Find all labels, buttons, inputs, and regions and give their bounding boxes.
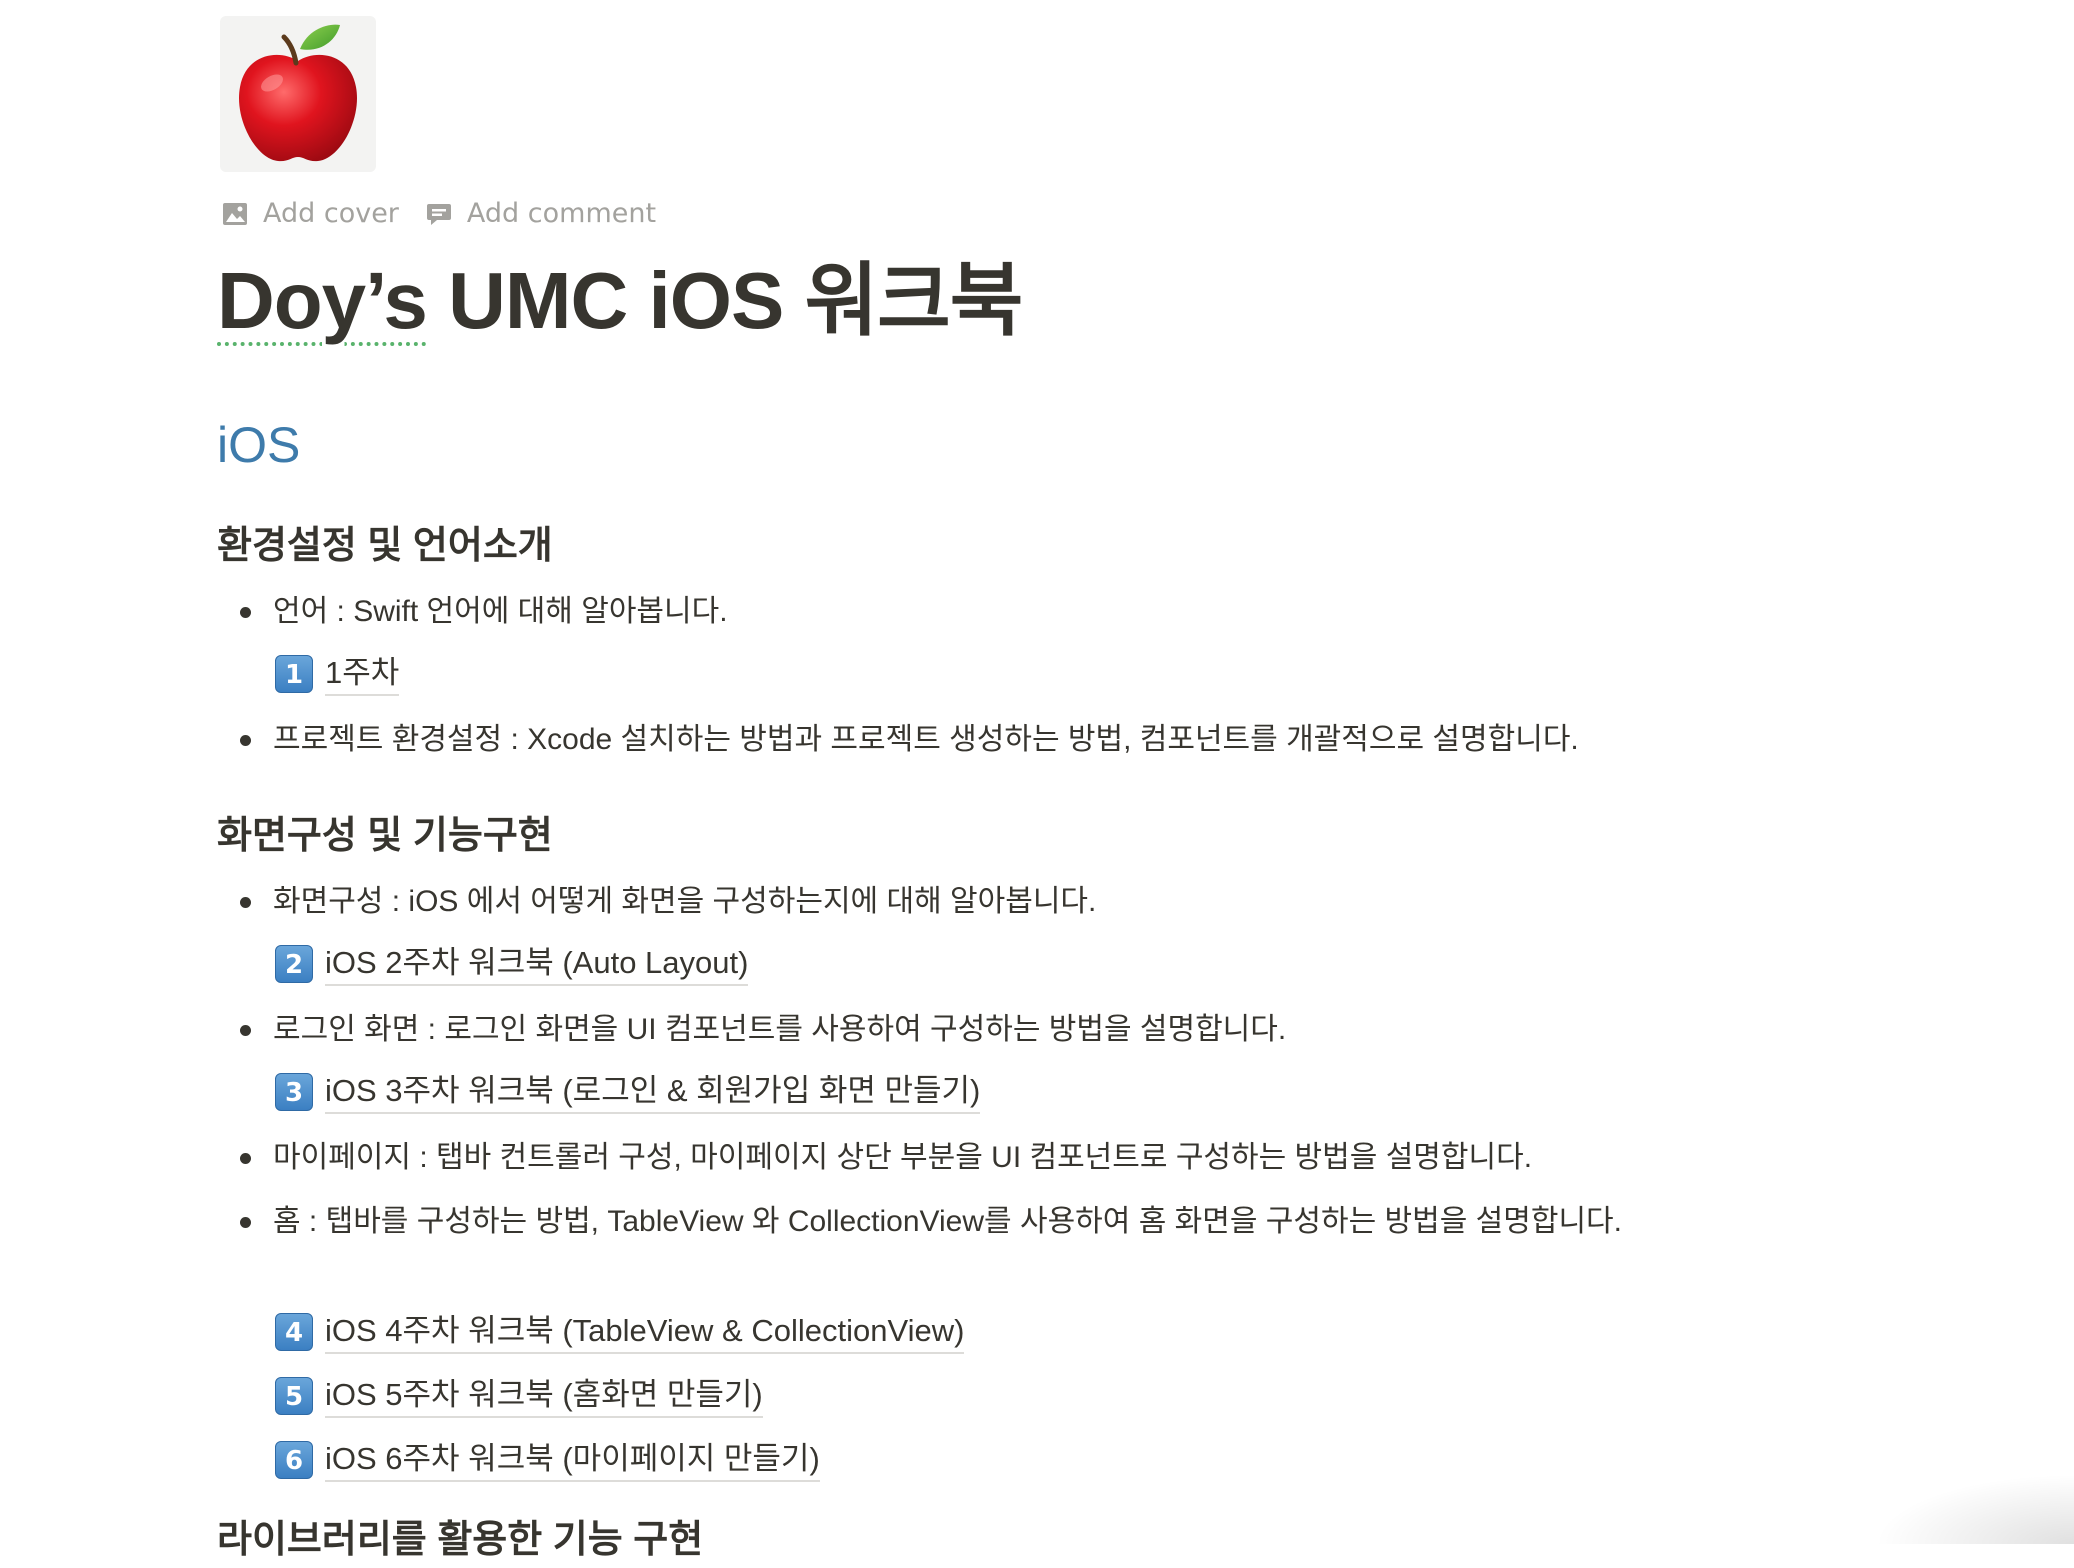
list-item: 언어 : Swift 언어에 대해 알아봅니다. [217,588,1627,636]
page-link-week3[interactable]: 3 iOS 3주차 워크북 (로그인 & 회원가입 화면 만들기) [275,1070,981,1114]
add-comment-button[interactable]: Add comment [425,198,656,229]
add-cover-label: Add cover [263,198,399,229]
page-link-label: iOS 6주차 워크북 (마이페이지 만들기) [325,1438,820,1482]
add-comment-label: Add comment [466,198,657,229]
page-link-week1[interactable]: 1 1주차 [275,652,400,696]
bullet-icon [217,588,273,618]
page-title-misspelled-word: Doy’s [217,256,428,345]
page-link-label: 1주차 [325,652,400,696]
list-item-text: 프로젝트 환경설정 : Xcode 설치하는 방법과 프로젝트 생성하는 방법,… [273,723,1579,756]
list-item: 프로젝트 환경설정 : Xcode 설치하는 방법과 프로젝트 생성하는 방법,… [217,716,1627,764]
add-cover-button[interactable]: Add cover [221,198,399,229]
page-link-week5[interactable]: 5 iOS 5주차 워크북 (홈화면 만들기) [275,1374,763,1418]
page-link-label: iOS 3주차 워크북 (로그인 & 회원가입 화면 만들기) [325,1070,981,1114]
list-item-text: 언어 : Swift 언어에 대해 알아봅니다. [273,595,728,628]
page-icon[interactable] [220,16,376,172]
bullet-icon [217,1198,273,1228]
bullet-icon [217,716,273,746]
page-title-rest: UMC iOS 워크북 [426,256,1023,345]
list-item-text: 마이페이지 : 탭바 컨트롤러 구성, 마이페이지 상단 부분을 UI 컴포넌트… [273,1141,1533,1174]
list-item-text: 홈 : 탭바를 구성하는 방법, TableView 와 CollectionV… [273,1205,1622,1238]
page-link-label: iOS 2주차 워크북 (Auto Layout) [325,942,749,986]
page-controls: Add cover Add comment [221,198,656,229]
page-link-label: iOS 4주차 워크북 (TableView & CollectionView) [325,1310,965,1354]
keycap-5-icon: 5 [275,1377,313,1415]
list-item: 홈 : 탭바를 구성하는 방법, TableView 와 CollectionV… [217,1198,1647,1246]
bullet-icon [217,1134,273,1164]
window-corner-shadow [1874,1474,2074,1544]
list-item-text: 로그인 화면 : 로그인 화면을 UI 컴포넌트를 사용하여 구성하는 방법을 … [273,1013,1287,1046]
heading-environment-language: 환경설정 및 언어소개 [217,525,553,567]
bullet-icon [217,878,273,908]
keycap-1-icon: 1 [275,655,313,693]
page-link-week2[interactable]: 2 iOS 2주차 워크북 (Auto Layout) [275,942,749,986]
keycap-3-icon: 3 [275,1073,313,1111]
list-item: 마이페이지 : 탭바 컨트롤러 구성, 마이페이지 상단 부분을 UI 컴포넌트… [217,1134,1627,1182]
page-link-label: iOS 5주차 워크북 (홈화면 만들기) [325,1374,763,1418]
heading-library-features: 라이브러리를 활용한 기능 구현 [217,1519,704,1561]
list-item-text: 화면구성 : iOS 에서 어떻게 화면을 구성하는지에 대해 알아봅니다. [273,885,1097,918]
list-item: 화면구성 : iOS 에서 어떻게 화면을 구성하는지에 대해 알아봅니다. [217,878,1627,926]
keycap-4-icon: 4 [275,1313,313,1351]
keycap-6-icon: 6 [275,1441,313,1479]
keycap-2-icon: 2 [275,945,313,983]
comment-icon [426,203,451,225]
page-link-week6[interactable]: 6 iOS 6주차 워크북 (마이페이지 만들기) [275,1438,820,1482]
red-apple-icon [238,24,358,162]
page-link-week4[interactable]: 4 iOS 4주차 워크북 (TableView & CollectionVie… [275,1310,965,1354]
bullet-icon [217,1006,273,1036]
list-item: 로그인 화면 : 로그인 화면을 UI 컴포넌트를 사용하여 구성하는 방법을 … [217,1006,1627,1054]
heading-screen-feature: 화면구성 및 기능구현 [217,815,553,857]
page-title[interactable]: Doy’s UMC iOS 워크북 [217,248,1023,354]
image-icon [223,202,247,225]
heading-ios: iOS [217,417,301,473]
